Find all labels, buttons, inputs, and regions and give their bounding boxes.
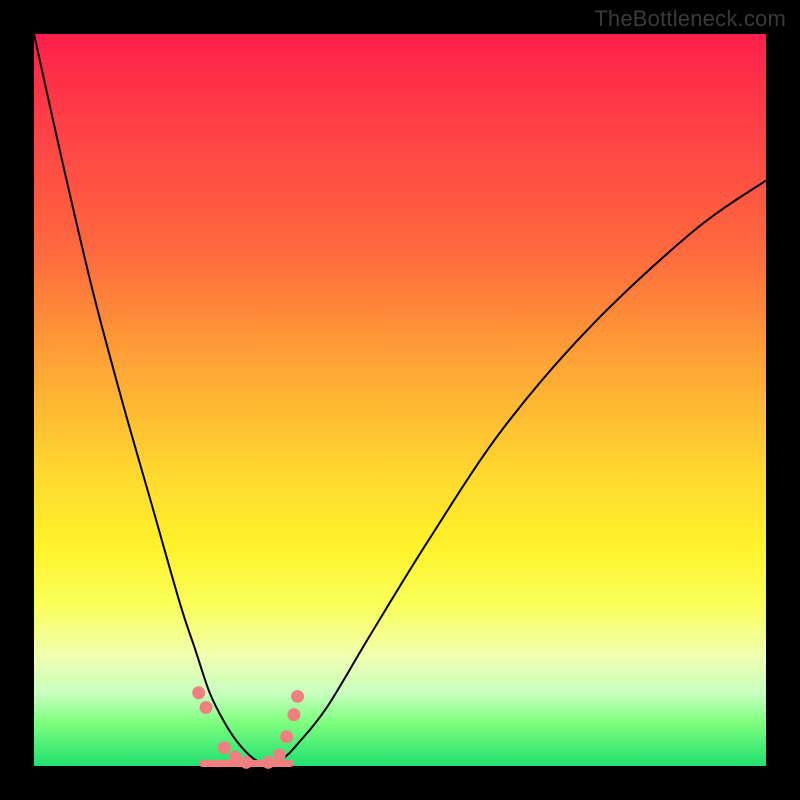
floor-segment bbox=[199, 760, 294, 767]
data-marker bbox=[287, 708, 300, 721]
curves-svg bbox=[34, 34, 766, 766]
data-marker bbox=[291, 690, 304, 703]
markers-group bbox=[192, 686, 304, 769]
data-marker bbox=[200, 701, 213, 714]
left-curve bbox=[34, 34, 268, 766]
right-curve bbox=[268, 180, 766, 766]
watermark-text: TheBottleneck.com bbox=[594, 6, 786, 32]
data-marker bbox=[192, 686, 205, 699]
data-marker bbox=[218, 741, 231, 754]
chart-frame: TheBottleneck.com bbox=[0, 0, 800, 800]
data-marker bbox=[280, 730, 293, 743]
plot-area bbox=[34, 34, 766, 766]
